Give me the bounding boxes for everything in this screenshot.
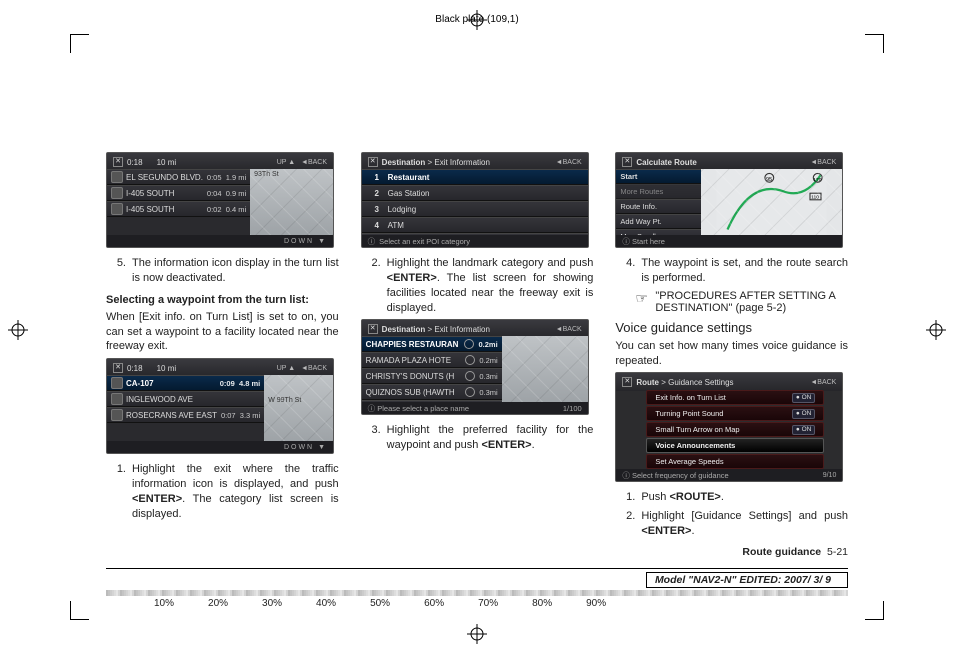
turn-icon xyxy=(111,377,123,389)
map-preview: 93Th St xyxy=(250,169,333,235)
row-label: I-405 SOUTH xyxy=(126,205,203,214)
pin-icon xyxy=(465,387,475,397)
registration-mark-icon xyxy=(467,624,487,644)
model-bar: Model "NAV2-N" EDITED: 2007/ 3/ 9 xyxy=(106,568,848,588)
pin-icon xyxy=(464,339,474,349)
close-icon: ✕ xyxy=(113,157,123,167)
screenshot-exit-facilities: ✕ Destination > Exit Information ◄BACK C… xyxy=(361,319,589,415)
paragraph: When [Exit info. on Turn List] is set to… xyxy=(106,310,339,355)
registration-mark-icon xyxy=(8,320,28,340)
title-time: 0:18 xyxy=(127,364,143,373)
svg-text:95: 95 xyxy=(766,177,772,183)
screenshot-guidance-settings: ✕ Route > Guidance Settings ◄BACK Exit I… xyxy=(615,372,843,482)
close-icon: ✕ xyxy=(368,324,378,334)
column-2: ✕ Destination > Exit Information ◄BACK 1… xyxy=(361,148,594,582)
step-5: 5. The information icon display in the t… xyxy=(106,256,339,286)
close-icon: ✕ xyxy=(622,157,632,167)
screenshot-turn-list-1: ✕ 0:18 10 mi UP ▲ ◄BACK EL SEGUNDO BLVD.… xyxy=(106,152,334,248)
step-1: 1. Highlight the exit where the traffic … xyxy=(106,462,339,521)
step-4: 4. The waypoint is set, and the route se… xyxy=(615,256,848,286)
column-1: ✕ 0:18 10 mi UP ▲ ◄BACK EL SEGUNDO BLVD.… xyxy=(106,148,339,582)
heading-voice-guidance: Voice guidance settings xyxy=(615,320,848,335)
crop-mark xyxy=(865,601,884,620)
row-label: ROSECRANS AVE EAST xyxy=(126,411,217,420)
toggle-on: ● ON xyxy=(792,425,815,435)
map-preview: 95 170 110 xyxy=(701,169,842,235)
cross-ref: ☞ "PROCEDURES AFTER SETTING A DESTINATIO… xyxy=(635,290,848,314)
pointer-icon: ☞ xyxy=(635,290,655,305)
pin-icon xyxy=(465,371,475,381)
close-icon: ✕ xyxy=(622,377,632,387)
content-columns: ✕ 0:18 10 mi UP ▲ ◄BACK EL SEGUNDO BLVD.… xyxy=(106,148,848,582)
title-dist: 10 mi xyxy=(157,364,177,373)
crop-mark xyxy=(70,34,89,53)
registration-mark-icon xyxy=(926,320,946,340)
turn-icon xyxy=(111,393,123,405)
close-icon: ✕ xyxy=(368,157,378,167)
page: Black plate (109,1) ✕ 0:18 10 mi UP ▲ ◄B… xyxy=(0,0,954,660)
screenshot-exit-categories: ✕ Destination > Exit Information ◄BACK 1… xyxy=(361,152,589,248)
subhead-select-waypoint: Selecting a waypoint from the turn list: xyxy=(106,294,339,306)
close-icon: ✕ xyxy=(113,363,123,373)
step-2: 2. Highlight the landmark category and p… xyxy=(361,256,594,315)
title-dist: 10 mi xyxy=(157,158,177,167)
pin-icon xyxy=(465,355,475,365)
crop-mark xyxy=(70,601,89,620)
turn-icon xyxy=(111,171,123,183)
plate-label: Black plate (109,1) xyxy=(0,14,954,25)
toggle-on: ● ON xyxy=(792,409,815,419)
density-scale: 10% 20% 30% 40% 50% 60% 70% 80% 90% xyxy=(106,590,848,604)
map-preview xyxy=(502,336,588,402)
back-label: BACK xyxy=(308,159,327,166)
turn-icon xyxy=(111,409,123,421)
step-2b: 2. Highlight [Guidance Settings] and pus… xyxy=(615,509,848,539)
svg-text:170: 170 xyxy=(814,177,822,183)
model-box: Model "NAV2-N" EDITED: 2007/ 3/ 9 xyxy=(646,572,848,588)
row-label: EL SEGUNDO BLVD. xyxy=(126,173,203,182)
turn-icon xyxy=(111,203,123,215)
step-3: 3. Highlight the preferred facility for … xyxy=(361,423,594,453)
crop-mark xyxy=(865,34,884,53)
screenshot-turn-list-2: ✕ 0:18 10 mi UP ▲ ◄BACK CA-1070:09 4.8 m… xyxy=(106,358,334,454)
toggle-on: ● ON xyxy=(792,393,815,403)
map-preview: W 99Th St xyxy=(264,375,333,441)
row-label: I-405 SOUTH xyxy=(126,189,203,198)
up-label: UP xyxy=(277,159,287,166)
paragraph: You can set how many times voice guidanc… xyxy=(615,339,848,369)
row-label: CA-107 xyxy=(126,379,216,388)
page-footer-title: Route guidance 5-21 xyxy=(742,546,848,558)
turn-icon xyxy=(111,187,123,199)
svg-text:110: 110 xyxy=(811,195,819,201)
row-label: INGLEWOOD AVE xyxy=(126,395,256,404)
step-1b: 1. Push <ROUTE>. xyxy=(615,490,848,505)
screenshot-calculate-route: ✕ Calculate Route ◄BACK Start More Route… xyxy=(615,152,843,248)
title-time: 0:18 xyxy=(127,158,143,167)
column-3: ✕ Calculate Route ◄BACK Start More Route… xyxy=(615,148,848,582)
